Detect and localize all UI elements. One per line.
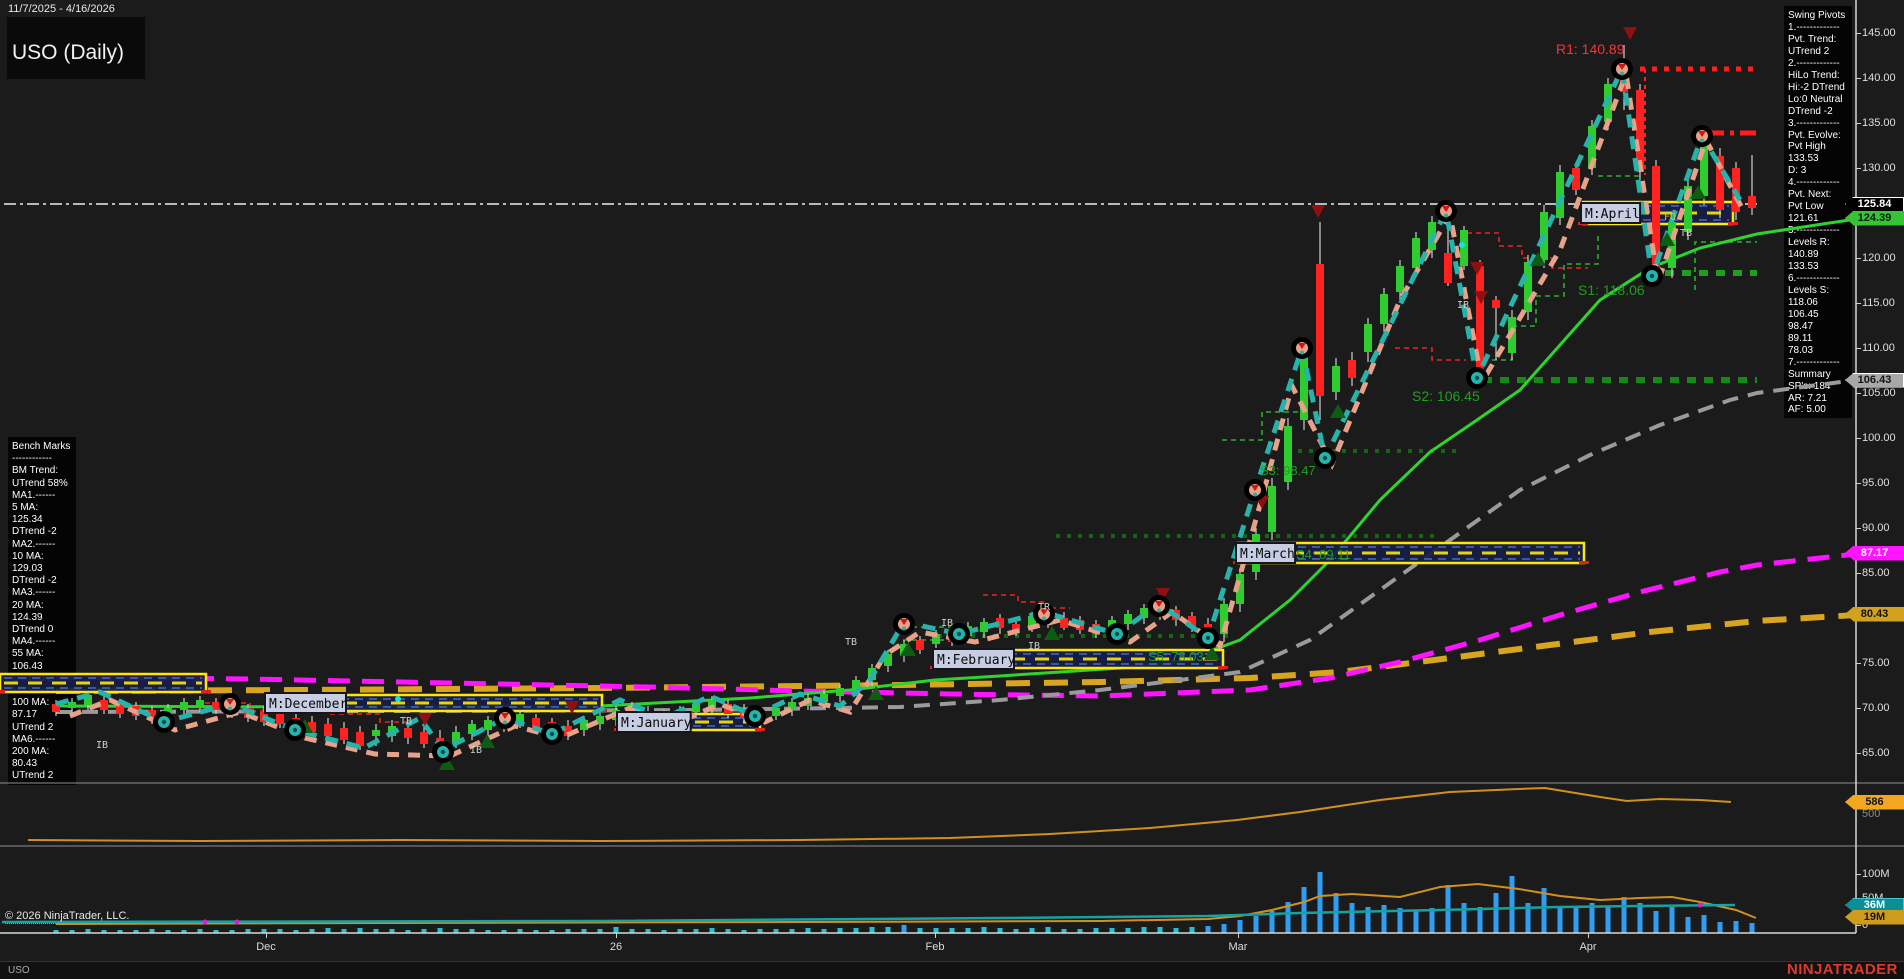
time-tickmark [935,933,936,938]
chart-title: USO (Daily) [12,41,125,64]
copyright-link[interactable]: © 2026 NinjaTrader, LLC. [5,910,130,924]
price-tick-label: 70.00 [1862,702,1890,714]
chart-window: 11/7/2025 - 4/16/2026 USO (Daily) Swing … [0,0,1904,979]
time-tick-label: Apr [1579,941,1597,953]
price-tick-label: 110.00 [1862,342,1895,354]
svg-text:S3: 98.47: S3: 98.47 [1260,463,1316,478]
svg-text:TB: TB [1680,228,1692,239]
price-marker-586: 586 [1845,794,1904,810]
price-tickmark [1856,33,1861,34]
svg-text:IB: IB [96,740,108,751]
candles [52,45,1756,754]
price-tick-label: 105.00 [1862,387,1896,399]
price-tick-label: 145.00 [1862,27,1896,39]
price-tick-label: 75.00 [1862,657,1890,669]
month-chip-january[interactable]: M:January [616,711,692,733]
svg-text:R1: 140.89: R1: 140.89 [1556,41,1625,57]
panel-separators [0,0,1904,934]
time-tickmark [266,933,267,938]
svg-text:S5: 78.03: S5: 78.03 [1148,649,1204,664]
volume-panel [1,872,1757,933]
volume-tick-label: 100M [1862,868,1890,880]
svg-text:IB: IB [1457,300,1469,311]
price-tick-label: 120.00 [1862,252,1896,264]
month-chip-april[interactable]: M:April [1580,202,1642,224]
price-tick-label: 85.00 [1862,567,1890,579]
price-tickmark [1856,348,1861,349]
price-tickmark [1856,438,1861,439]
price-tick-label: 95.00 [1862,477,1890,489]
ninjatrader-logo: NINJATRADER [1787,961,1898,978]
svg-text:TB: TB [400,716,412,727]
price-tickmark [1856,123,1861,124]
svg-text:IB: IB [470,745,482,756]
svg-text:S4: 89.11: S4: 89.11 [1296,547,1351,562]
svg-text:M:April: M:April [1585,207,1640,222]
month-chip-december[interactable]: M:December [264,692,347,714]
price-tick-label: 115.00 [1862,297,1895,309]
svg-text:M:December: M:December [269,697,347,712]
price-tickmark [1856,528,1861,529]
price-marker-124.39: 124.39 [1845,210,1904,226]
price-marker-87.17: 87.17 [1845,545,1904,561]
time-tickmark [616,933,617,938]
price-tickmark [1856,393,1861,394]
svg-text:S2: 106.45: S2: 106.45 [1412,388,1480,404]
svg-text:FO: FO [1664,212,1676,223]
svg-text:TB: TB [845,637,857,648]
price-tickmark [1856,168,1861,169]
step-line [1395,347,1466,361]
price-tickmark [1856,303,1861,304]
time-tickmark [1588,933,1589,938]
time-tickmark [1238,933,1239,938]
month-labels[interactable]: M:December M:January M:February M:March M:Ap… [264,202,1642,733]
price-tickmark [1856,483,1861,484]
time-tick-label: Dec [256,941,276,953]
svg-text:M:January: M:January [621,716,692,731]
step-line [983,594,1070,609]
chart-title-box: USO (Daily) [7,17,145,79]
month-chip-february[interactable]: M:February [932,648,1015,670]
tab-bar: USO [0,961,1904,979]
svg-text:M:February: M:February [937,653,1015,668]
price-tick-label: 90.00 [1862,522,1890,534]
price-tickmark [1856,573,1861,574]
volume-tickmark [1856,874,1861,875]
price-marker-106.43: 106.43 [1845,372,1904,388]
time-tick-label: 26 [609,941,623,953]
svg-text:IB: IB [941,618,953,629]
price-marker-125.84: 125.84 [1845,196,1904,212]
price-tick-label: 65.00 [1862,747,1890,759]
price-tick-label: 130.00 [1862,162,1896,174]
svg-text:IB: IB [1028,641,1040,652]
trail-step-lines [205,175,1757,723]
price-tickmark [1856,78,1861,79]
indicator-panel2 [27,786,1732,843]
panel2-orange-line [27,786,1732,843]
date-range: 11/7/2025 - 4/16/2026 [8,3,115,15]
month-chip-march[interactable]: M:March [1235,542,1297,564]
chart-canvas: M:December M:January M:February M:March M:Ap… [0,0,1904,934]
price-tickmark [1856,663,1861,664]
price-tick-label: 135.00 [1862,117,1896,129]
price-tickmark [1856,258,1861,259]
svg-text:S1: 118.06: S1: 118.06 [1578,282,1645,298]
panel2-tick-label: 500 [1862,808,1881,820]
price-tick-label: 140.00 [1862,72,1896,84]
instrument-tab-uso[interactable]: USO [8,965,30,976]
price-tickmark [1856,753,1861,754]
price-marker-19M: 19M [1845,909,1904,925]
price-marker-80.43: 80.43 [1845,606,1904,622]
price-tickmark [1856,708,1861,709]
step-line [1694,241,1757,290]
svg-text:M:March: M:March [1240,547,1295,562]
time-tick-label: Mar [1228,941,1248,953]
volume-avg-line [1,903,1736,924]
price-tick-label: 100.00 [1862,432,1896,444]
volume-tickmark [1856,925,1861,926]
svg-text:TR: TR [1038,602,1051,613]
time-tick-label: Feb [925,941,945,953]
